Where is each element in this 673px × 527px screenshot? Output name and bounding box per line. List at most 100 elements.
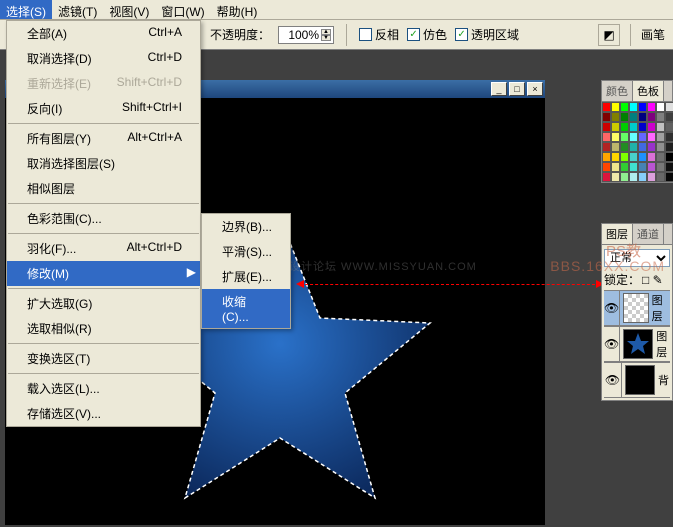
swatch[interactable] (647, 172, 656, 182)
menu-item-inverse[interactable]: 反向(I)Shift+Ctrl+I (7, 96, 200, 121)
swatch[interactable] (665, 102, 673, 112)
menu-item-all-layers[interactable]: 所有图层(Y)Alt+Ctrl+A (7, 126, 200, 151)
menu-help[interactable]: 帮助(H) (211, 0, 264, 19)
swatch[interactable] (638, 102, 647, 112)
menu-item-similar[interactable]: 选取相似(R) (7, 316, 200, 341)
tab-channels[interactable]: 通道 (633, 224, 664, 244)
menu-item-select-all[interactable]: 全部(A)Ctrl+A (7, 21, 200, 46)
menu-item-transform-selection[interactable]: 变换选区(T) (7, 346, 200, 371)
menu-view[interactable]: 视图(V) (103, 0, 155, 19)
swatch[interactable] (629, 142, 638, 152)
opacity-field[interactable]: ▲▼ (278, 26, 334, 44)
menu-item-deselect-layers[interactable]: 取消选择图层(S) (7, 151, 200, 176)
lock-icons[interactable]: □ ✎ (642, 273, 663, 287)
swatch[interactable] (629, 122, 638, 132)
menu-item-modify[interactable]: 修改(M)▶ (7, 261, 200, 286)
swatch[interactable] (665, 142, 673, 152)
menu-filter[interactable]: 滤镜(T) (52, 0, 103, 19)
menu-item-load-selection[interactable]: 载入选区(L)... (7, 376, 200, 401)
swatch[interactable] (611, 162, 620, 172)
swatch[interactable] (656, 162, 665, 172)
tab-layers[interactable]: 图层 (602, 224, 633, 244)
swatch[interactable] (602, 172, 611, 182)
opacity-down-icon[interactable]: ▼ (321, 35, 331, 41)
swatch[interactable] (656, 122, 665, 132)
tab-swatches[interactable]: 色板 (633, 81, 664, 101)
swatch[interactable] (611, 142, 620, 152)
swatch[interactable] (665, 172, 673, 182)
swatch[interactable] (656, 142, 665, 152)
swatch[interactable] (665, 132, 673, 142)
swatch[interactable] (620, 132, 629, 142)
maximize-button[interactable]: □ (509, 82, 525, 96)
swatch[interactable] (656, 112, 665, 122)
layer-name[interactable]: 背 (658, 372, 669, 388)
swatch[interactable] (629, 112, 638, 122)
swatch[interactable] (620, 102, 629, 112)
swatch[interactable] (638, 142, 647, 152)
swatch[interactable] (602, 162, 611, 172)
menu-item-color-range[interactable]: 色彩范围(C)... (7, 206, 200, 231)
tab-color[interactable]: 颜色 (602, 81, 633, 101)
visibility-toggle[interactable]: 👁 (604, 363, 622, 397)
swatch[interactable] (629, 162, 638, 172)
swatch[interactable] (602, 142, 611, 152)
swatch[interactable] (629, 102, 638, 112)
layer-thumbnail[interactable] (623, 329, 653, 359)
swatch-grid[interactable] (602, 102, 672, 182)
swatch[interactable] (647, 152, 656, 162)
minimize-button[interactable]: _ (491, 82, 507, 96)
swatch[interactable] (629, 152, 638, 162)
swatch[interactable] (620, 152, 629, 162)
swatch[interactable] (638, 152, 647, 162)
opacity-input[interactable] (281, 28, 319, 42)
swatch[interactable] (656, 132, 665, 142)
swatch[interactable] (602, 102, 611, 112)
swatch[interactable] (638, 122, 647, 132)
swatch[interactable] (602, 152, 611, 162)
layer-row[interactable]: 👁 背 (604, 362, 670, 398)
toolbar-icon-button[interactable]: ◩ (598, 24, 620, 46)
swatch[interactable] (647, 102, 656, 112)
submenu-item-expand[interactable]: 扩展(E)... (202, 264, 290, 289)
swatch[interactable] (620, 122, 629, 132)
swatch[interactable] (620, 162, 629, 172)
swatch[interactable] (611, 102, 620, 112)
layer-name[interactable]: 图层 (656, 328, 670, 360)
blend-mode-select[interactable]: 正常 (604, 249, 670, 267)
menu-item-feather[interactable]: 羽化(F)...Alt+Ctrl+D (7, 236, 200, 261)
swatch[interactable] (638, 132, 647, 142)
layer-row[interactable]: 👁 图层 (604, 290, 670, 326)
layer-row[interactable]: 👁 图层 (604, 326, 670, 362)
swatch[interactable] (611, 152, 620, 162)
swatch[interactable] (611, 122, 620, 132)
menu-select[interactable]: 选择(S) (0, 0, 52, 19)
checkbox-transparency[interactable]: ✓透明区域 (455, 26, 519, 43)
menu-item-similar-layers[interactable]: 相似图层 (7, 176, 200, 201)
swatch[interactable] (647, 122, 656, 132)
swatch[interactable] (638, 112, 647, 122)
swatch[interactable] (611, 132, 620, 142)
swatch[interactable] (602, 132, 611, 142)
swatch[interactable] (638, 172, 647, 182)
swatch[interactable] (611, 112, 620, 122)
swatch[interactable] (665, 122, 673, 132)
swatch[interactable] (665, 152, 673, 162)
layer-thumbnail[interactable] (625, 365, 655, 395)
swatch[interactable] (638, 162, 647, 172)
swatch[interactable] (647, 112, 656, 122)
swatch[interactable] (629, 132, 638, 142)
menu-item-save-selection[interactable]: 存储选区(V)... (7, 401, 200, 426)
close-button[interactable]: × (527, 82, 543, 96)
layer-thumbnail[interactable] (623, 293, 648, 323)
checkbox-dither[interactable]: ✓仿色 (407, 26, 447, 43)
menu-item-grow[interactable]: 扩大选取(G) (7, 291, 200, 316)
swatch[interactable] (647, 162, 656, 172)
swatch[interactable] (620, 112, 629, 122)
swatch[interactable] (647, 142, 656, 152)
menu-window[interactable]: 窗口(W) (155, 0, 210, 19)
swatch[interactable] (656, 152, 665, 162)
menu-item-deselect[interactable]: 取消选择(D)Ctrl+D (7, 46, 200, 71)
visibility-toggle[interactable]: 👁 (604, 327, 620, 361)
swatch[interactable] (647, 132, 656, 142)
